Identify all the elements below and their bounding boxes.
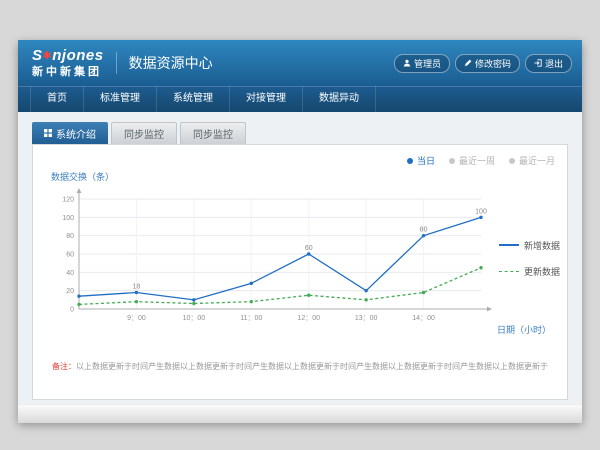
chart-panel: 当日 最近一周 最近一月 数据交换（条） 0 20 40 60 80 100 120 9：00… (32, 144, 568, 400)
filter-last-month-label: 最近一月 (519, 154, 555, 167)
time-range-filters: 当日 最近一周 最近一月 (45, 154, 555, 167)
tab-system-intro[interactable]: 系统介绍 (32, 122, 108, 144)
legend-item-updated-data[interactable]: 更新数据 (499, 265, 560, 278)
brand-subtitle: 新中新集团 (32, 66, 104, 78)
nav-item-home[interactable]: 首页 (30, 86, 84, 112)
svg-text:14：00: 14：00 (412, 315, 435, 322)
change-password-button[interactable]: 修改密码 (455, 54, 520, 73)
dashed-line-icon (499, 271, 519, 272)
admin-user-button[interactable]: 管理员 (394, 54, 450, 73)
footnote: 备注：以上数据更新于时间产生数据以上数据更新于时间产生数据以上数据更新于时间产生… (33, 361, 567, 372)
logout-button[interactable]: 退出 (525, 54, 572, 73)
filter-dot-icon (509, 158, 515, 164)
filter-last-week[interactable]: 最近一周 (449, 154, 495, 167)
svg-text:120: 120 (62, 197, 74, 204)
svg-text:80: 80 (66, 233, 74, 240)
legend-item-new-data[interactable]: 新增数据 (499, 239, 560, 252)
svg-text:100: 100 (62, 215, 74, 222)
svg-text:40: 40 (66, 270, 74, 277)
edit-icon (464, 59, 472, 67)
nav-item-interface[interactable]: 对接管理 (230, 86, 303, 112)
filter-last-month[interactable]: 最近一月 (509, 154, 555, 167)
svg-text:60: 60 (66, 252, 74, 259)
filter-today[interactable]: 当日 (407, 154, 435, 167)
svg-text:0: 0 (70, 307, 74, 314)
filter-dot-icon (449, 158, 455, 164)
tab-system-intro-label: 系统介绍 (56, 126, 96, 141)
svg-text:80: 80 (420, 227, 428, 234)
brand-star-icon: ✱ (43, 50, 53, 62)
brand-name: S✱njones (32, 48, 104, 65)
filter-last-week-label: 最近一周 (459, 154, 495, 167)
chart-row: 0 20 40 60 80 100 120 9：00 10：00 11：00 12：00 13：00 1… (45, 183, 555, 333)
filter-dot-icon (407, 158, 413, 164)
tab-bar: 系统介绍 同步监控 同步监控 (32, 122, 568, 144)
header-actions: 管理员 修改密码 退出 (394, 54, 572, 73)
tab-sync-monitor-1[interactable]: 同步监控 (111, 122, 177, 144)
brand-name-pre: S (32, 47, 43, 64)
svg-text:10：00: 10：00 (183, 315, 206, 322)
tab-sync-monitor-2-label: 同步监控 (193, 126, 233, 141)
brand-name-post: njones (52, 47, 103, 64)
svg-text:60: 60 (305, 245, 313, 252)
logout-icon (534, 59, 542, 67)
nav-item-system[interactable]: 系统管理 (157, 86, 230, 112)
svg-text:20: 20 (66, 288, 74, 295)
chart-x-axis-title: 日期（小时） (497, 323, 551, 336)
svg-text:100: 100 (475, 208, 487, 215)
main-nav: 首页 标准管理 系统管理 对接管理 数据异动 (18, 86, 582, 112)
grid-icon (44, 129, 52, 137)
footnote-text: 以上数据更新于时间产生数据以上数据更新于时间产生数据以上数据更新于时间产生数据以… (76, 362, 548, 371)
svg-text:13：00: 13：00 (355, 315, 378, 322)
svg-text:9：00: 9：00 (127, 315, 146, 322)
legend-new-data-label: 新增数据 (524, 239, 560, 252)
solid-line-icon (499, 244, 519, 246)
change-password-label: 修改密码 (475, 57, 511, 70)
logout-label: 退出 (545, 57, 563, 70)
svg-text:11：00: 11：00 (240, 315, 262, 322)
brand-logo: S✱njones 新中新集团 (32, 48, 104, 78)
footnote-label: 备注： (52, 362, 76, 371)
svg-text:12：00: 12：00 (297, 315, 320, 322)
page-title: 数据资源中心 (116, 52, 213, 74)
line-chart: 0 20 40 60 80 100 120 9：00 10：00 11：00 12：00 13：00 1… (45, 183, 497, 333)
tab-sync-monitor-1-label: 同步监控 (124, 126, 164, 141)
svg-text:18: 18 (133, 284, 141, 291)
content-area: 系统介绍 同步监控 同步监控 当日 最近一周 (18, 112, 582, 404)
nav-item-standards[interactable]: 标准管理 (84, 86, 157, 112)
chart-y-axis-title: 数据交换（条） (51, 170, 555, 183)
series-legend: 新增数据 更新数据 (499, 239, 560, 278)
legend-updated-data-label: 更新数据 (524, 265, 560, 278)
app-window: S✱njones 新中新集团 数据资源中心 管理员 修改密码 退出 (18, 40, 582, 422)
user-icon (403, 59, 411, 67)
tab-sync-monitor-2[interactable]: 同步监控 (180, 122, 246, 144)
filter-today-label: 当日 (417, 154, 435, 167)
page-footer (18, 404, 582, 423)
nav-item-datachange[interactable]: 数据异动 (303, 86, 376, 112)
app-header: S✱njones 新中新集团 数据资源中心 管理员 修改密码 退出 (18, 40, 582, 86)
admin-user-label: 管理员 (414, 57, 441, 70)
